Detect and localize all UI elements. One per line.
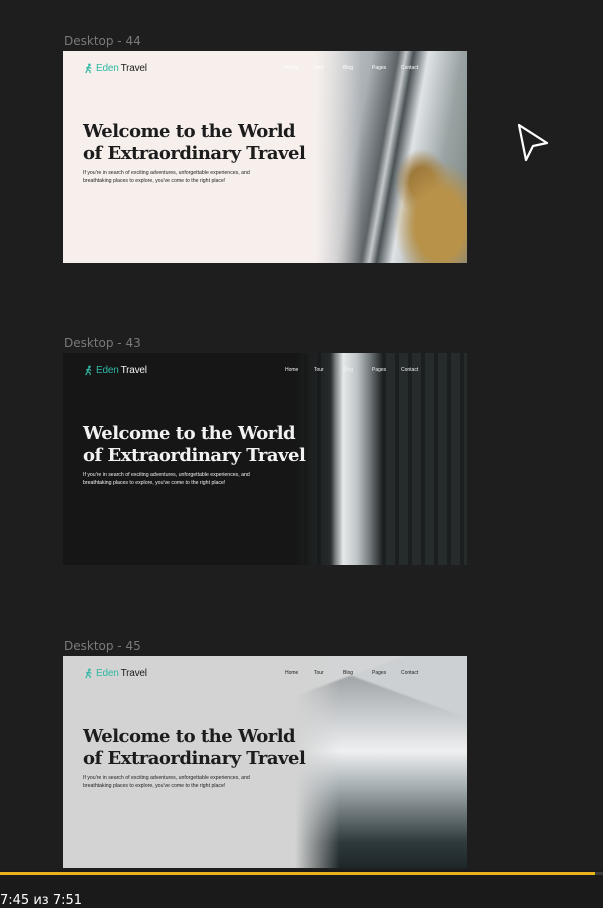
nav-tour[interactable]: Tour [314,367,343,373]
logo-travel-text: Travel [120,63,147,74]
logo-eden-text: Eden [96,668,119,679]
frame-desktop-43[interactable]: Eden Travel Home Tour Blog Pages Contact … [63,353,467,565]
frame-label-desktop-45[interactable]: Desktop - 45 [64,639,141,653]
nav-home[interactable]: Home [285,670,314,676]
nav-home[interactable]: Home [285,367,314,373]
frame-label-desktop-44[interactable]: Desktop - 44 [64,34,141,48]
logo-eden-text: Eden [96,365,119,376]
subtext-line-2: breathtaking places to explore, you've c… [83,480,226,486]
subtext-line-1: If you're in search of exciting adventur… [83,472,250,478]
headline-line-1: Welcome to the World [83,726,296,747]
nav-pages[interactable]: Pages [372,65,401,71]
player-bar [0,870,603,908]
hero-headline: Welcome to the World of Extraordinary Tra… [83,726,313,770]
hero-photo-snowy-road [316,51,467,263]
hero-subtext: If you're in search of exciting adventur… [83,774,293,790]
subtext-line-1: If you're in search of exciting adventur… [83,775,250,781]
nav-contact[interactable]: Contact [401,65,430,71]
hiker-logo-icon [85,63,92,74]
headline-line-2: of Extraordinary Travel [83,445,306,466]
nav-menu: Home Tour Blog Pages Contact [285,65,430,71]
frame-label-desktop-43[interactable]: Desktop - 43 [64,336,141,350]
hiker-logo-icon [85,365,92,376]
nav-menu: Home Tour Blog Pages Contact [285,670,430,676]
nav-blog[interactable]: Blog [343,367,372,373]
playback-time: 7:45 из 7:51 [0,893,83,908]
hero-headline: Welcome to the World of Extraordinary Tra… [83,121,313,165]
hero-subtext: If you're in search of exciting adventur… [83,471,293,487]
hero-headline: Welcome to the World of Extraordinary Tra… [83,423,313,467]
hiker-logo-icon [85,668,92,679]
hero-photo-snowy-mountain [295,656,467,868]
headline-line-1: Welcome to the World [83,121,296,142]
subtext-line-1: If you're in search of exciting adventur… [83,170,250,176]
headline-line-1: Welcome to the World [83,423,296,444]
nav-contact[interactable]: Contact [401,670,430,676]
headline-line-2: of Extraordinary Travel [83,143,306,164]
frame-desktop-44[interactable]: Eden Travel Home Tour Blog Pages Contact … [63,51,467,263]
nav-tour[interactable]: Tour [314,670,343,676]
frame-desktop-45[interactable]: Eden Travel Home Tour Blog Pages Contact … [63,656,467,868]
hero-subtext: If you're in search of exciting adventur… [83,169,293,185]
nav-pages[interactable]: Pages [372,367,401,373]
cursor-arrow-icon [517,123,549,162]
logo-eden-text: Eden [96,63,119,74]
nav-tour[interactable]: Tour [314,65,343,71]
nav-blog[interactable]: Blog [343,65,372,71]
subtext-line-2: breathtaking places to explore, you've c… [83,178,226,184]
brand-logo: Eden Travel [83,365,147,376]
hero-photo-waterfall [295,353,467,565]
subtext-line-2: breathtaking places to explore, you've c… [83,783,226,789]
nav-blog[interactable]: Blog [343,670,372,676]
brand-logo: Eden Travel [83,668,147,679]
logo-travel-text: Travel [120,668,147,679]
progress-fill [0,872,596,875]
brand-logo: Eden Travel [83,63,147,74]
nav-home[interactable]: Home [285,65,314,71]
nav-pages[interactable]: Pages [372,670,401,676]
headline-line-2: of Extraordinary Travel [83,748,306,769]
nav-menu: Home Tour Blog Pages Contact [285,367,430,373]
progress-track[interactable] [0,872,603,875]
nav-contact[interactable]: Contact [401,367,430,373]
logo-travel-text: Travel [120,365,147,376]
